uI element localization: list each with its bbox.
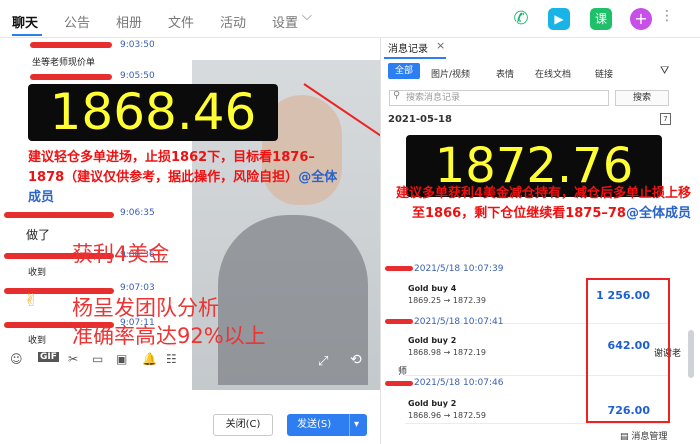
tab-album[interactable]: 相册 (116, 12, 142, 31)
tab-files[interactable]: 文件 (168, 12, 194, 31)
message-text: 坐等老师现价单 (32, 58, 96, 68)
mention-all[interactable]: @全体成员 (626, 206, 691, 221)
filter-tab-docs[interactable]: 在线文档 (535, 67, 571, 80)
send-button[interactable]: 发送(S) ▾ (287, 414, 367, 436)
highlight-box (586, 278, 670, 423)
scrollbar-thumb[interactable] (688, 330, 694, 378)
calendar-icon[interactable]: 7 (660, 113, 671, 125)
filter-tab-links[interactable]: 链接 (595, 67, 613, 80)
course-icon[interactable]: 课 (590, 8, 612, 30)
redacted-name (30, 74, 112, 80)
trade-prices: 1868.98 → 1872.19 (408, 348, 486, 357)
trade-label: Gold buy 4 (408, 284, 457, 293)
tab-chat[interactable]: 聊天 (12, 12, 38, 31)
history-title: 消息记录 (388, 44, 428, 55)
trade-advice: 建议多单获利4美金减仓持有，减仓后多单止损上移至1866，剩下仓位继续看1875… (395, 184, 691, 224)
emoji-icon[interactable]: ☺ (10, 352, 23, 366)
tab-activity[interactable]: 活动 (220, 12, 246, 31)
message-text: 收到 (28, 268, 47, 278)
filter-tab-all[interactable]: 全部 (388, 63, 420, 79)
close-button[interactable]: 关闭(C) (213, 414, 273, 436)
manage-icon: ▤ (620, 432, 632, 442)
filter-tab-stickers[interactable]: 表情 (496, 67, 514, 80)
trade-time: 2021/5/18 10:07:41 (414, 317, 504, 327)
message-time: 9:06:35 (120, 208, 155, 218)
send-options-chevron-icon[interactable]: ▾ (349, 414, 359, 436)
overlay-caption: 准确率高达92%以上 (72, 324, 266, 348)
redacted-name (385, 319, 413, 324)
add-app-icon[interactable]: + (630, 8, 652, 30)
message-manage-link[interactable]: ▤ 消息管理 (620, 429, 667, 442)
date-header: 2021-05-18 (388, 114, 452, 125)
folder-icon[interactable]: ▭ (92, 352, 103, 366)
redacted-name (30, 42, 112, 48)
trade-prices: 1868.96 → 1872.59 (408, 411, 486, 420)
message-time: 9:05:50 (120, 71, 155, 81)
trade-time: 2021/5/18 10:07:39 (414, 264, 504, 274)
app-window: 聊天 公告 相册 文件 活动 设置 ⌵ ✆ ▶ 课 + ⋮ 9:03:50 坐等… (0, 0, 700, 444)
message-text: 做了 (26, 228, 51, 242)
price-display: 1868.46 (28, 84, 278, 141)
trade-advice: 建议轻仓多单进场，止损1862下，目标看1876–1878（建议仅供参考，据此操… (28, 148, 348, 208)
filter-icon[interactable]: ⛛ (660, 64, 669, 78)
trade-time: 2021/5/18 10:07:46 (414, 378, 504, 388)
search-icon: ⚲ (393, 90, 401, 101)
message-text: 收到 (28, 336, 47, 346)
tab-announcement[interactable]: 公告 (64, 12, 90, 31)
phone-icon[interactable]: ✆ (510, 8, 532, 30)
search-input[interactable]: 搜索消息记录 (389, 90, 609, 106)
sender-fragment: 师 (398, 367, 408, 377)
redacted-name (4, 212, 114, 218)
chevron-down-icon[interactable]: ⌵ (302, 9, 312, 24)
redacted-name (385, 381, 413, 386)
grid-icon[interactable]: ☷ (166, 352, 177, 366)
manage-label: 消息管理 (631, 432, 668, 442)
filter-tab-media[interactable]: 图片/视频 (431, 67, 470, 80)
image-icon[interactable]: ▣ (116, 352, 127, 366)
trade-advice-text: 建议轻仓多单进场，止损1862下，目标看1876–1878（建议仅供参考，据此操… (28, 150, 315, 185)
trade-prices: 1869.25 → 1872.39 (408, 296, 486, 305)
input-toolbar: ☺ GIF ✂ ▭ ▣ 🔔 ☷ (0, 348, 380, 370)
message-time: 9:03:50 (120, 40, 155, 50)
active-tab-indicator (12, 34, 42, 36)
redacted-name (385, 266, 413, 271)
trade-label: Gold buy 2 (408, 336, 457, 345)
video-icon[interactable]: ▶ (548, 8, 570, 30)
history-tab-underline (384, 57, 446, 59)
send-label: 发送(S) (297, 419, 332, 430)
trade-label: Gold buy 2 (408, 399, 457, 408)
tab-settings[interactable]: 设置 (272, 12, 298, 31)
more-menu-icon[interactable]: ⋮ (660, 8, 674, 24)
victory-emoji-icon: ✌ (24, 291, 39, 311)
overlay-caption: 获利4美金 (72, 242, 170, 266)
top-tab-bar: 聊天 公告 相册 文件 活动 设置 ⌵ ✆ ▶ 课 + ⋮ (0, 0, 700, 38)
bell-icon[interactable]: 🔔 (142, 352, 157, 366)
gif-icon[interactable]: GIF (38, 352, 59, 362)
close-icon[interactable]: × (436, 39, 445, 52)
search-button[interactable]: 搜索 (615, 90, 669, 106)
scissors-icon[interactable]: ✂ (68, 352, 78, 366)
